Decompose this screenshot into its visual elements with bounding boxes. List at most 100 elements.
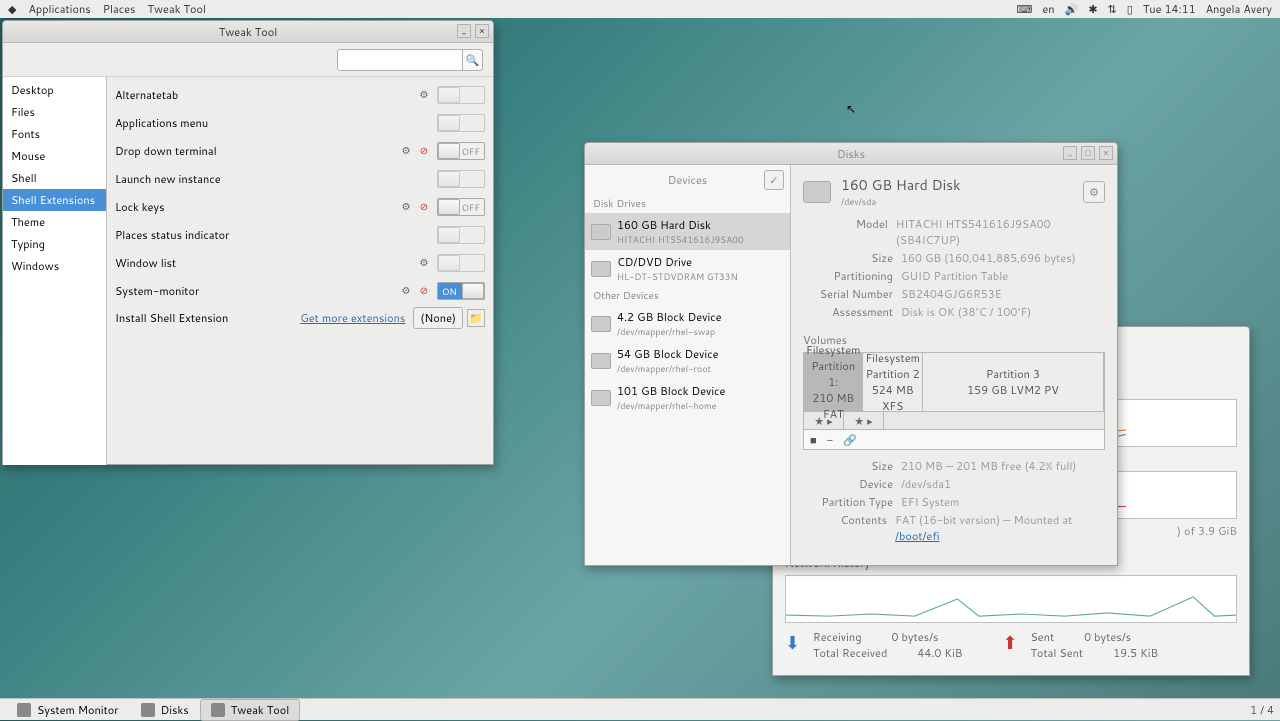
part-size-value: 210 MB — 201 MB free (4.2% full) — [901, 458, 1076, 474]
disks-titlebar[interactable]: Disks _ □ × — [585, 143, 1117, 165]
minus-button[interactable]: − — [827, 432, 833, 448]
bottom-panel: System Monitor Disks Tweak Tool 1 / 4 — [0, 698, 1280, 720]
partition-nav-2[interactable]: ★ ▸ — [844, 412, 884, 429]
extension-name: Places status indicator — [115, 227, 431, 243]
volume-partition[interactable]: FilesystemPartition 2524 MB XFS — [863, 353, 922, 411]
lang-indicator[interactable]: en — [1042, 1, 1054, 17]
network-icon[interactable]: ⇅ — [1108, 1, 1117, 17]
more-extensions-link[interactable]: Get more extensions — [300, 310, 405, 326]
drive-model: HL-DT-STDVDRAM GT33N — [617, 270, 738, 283]
tweak-tool-window[interactable]: Tweak Tool _× 🔍 DesktopFilesFontsMouseSh… — [2, 20, 494, 465]
sidebar-item-desktop[interactable]: Desktop — [3, 79, 106, 101]
part-contents-label: Contents — [803, 512, 887, 544]
prefs-icon[interactable]: ⚙ — [417, 88, 431, 102]
stop-button[interactable]: ■ — [810, 432, 817, 448]
volume-partition[interactable]: Partition 3159 GB LVM2 PV — [923, 353, 1104, 411]
disk-title: 160 GB Hard Disk — [841, 175, 960, 195]
device-path: /dev/mapper/rhel-home — [617, 399, 725, 412]
drive-icon — [591, 261, 611, 277]
part-type-value: EFI System — [901, 494, 959, 510]
model-label: Model — [803, 216, 888, 248]
remove-icon[interactable]: ⊘ — [417, 144, 431, 158]
disks-icon — [141, 703, 155, 717]
volume-icon[interactable]: 🔊 — [1065, 1, 1079, 17]
current-app-menu[interactable]: Tweak Tool — [147, 1, 206, 17]
part-contents-value: FAT (16-bit version) — Mounted at — [895, 512, 1072, 528]
extension-toggle[interactable]: ON — [437, 282, 485, 300]
user-menu[interactable]: Angela Avery — [1206, 1, 1272, 17]
clock[interactable]: Tue 14:11 — [1143, 1, 1196, 17]
bluetooth-icon[interactable]: ✱ — [1088, 1, 1097, 17]
sidebar-item-theme[interactable]: Theme — [3, 211, 106, 233]
download-icon: ⬇ — [785, 629, 805, 649]
sidebar-item-windows[interactable]: Windows — [3, 255, 106, 277]
prefs-icon[interactable]: ⚙ — [399, 200, 413, 214]
close-button[interactable]: × — [475, 24, 489, 38]
file-open-button[interactable]: 📁 — [467, 309, 485, 327]
prefs-icon[interactable]: ⚙ — [399, 144, 413, 158]
block-device-item[interactable]: 54 GB Block Device/dev/mapper/rhel-root — [585, 342, 790, 379]
sidebar-item-mouse[interactable]: Mouse — [3, 145, 106, 167]
receiving-value: 0 bytes/s — [892, 629, 939, 645]
extension-name: Drop down terminal — [115, 143, 399, 159]
drive-item[interactable]: CD/DVD DriveHL-DT-STDVDRAM GT33N — [585, 250, 790, 287]
applications-menu[interactable]: Applications — [28, 1, 90, 17]
places-menu[interactable]: Places — [103, 1, 136, 17]
close-button[interactable]: × — [1099, 146, 1113, 160]
prefs-icon[interactable]: ⚙ — [417, 256, 431, 270]
keyboard-icon[interactable]: ⌨ — [1016, 1, 1032, 17]
block-icon — [591, 353, 611, 369]
sent-label: Sent — [1030, 629, 1054, 645]
minimize-button[interactable]: _ — [1063, 146, 1077, 160]
extension-name: System-monitor — [115, 283, 399, 299]
install-label: Install Shell Extension — [115, 310, 300, 326]
block-device-item[interactable]: 101 GB Block Device/dev/mapper/rhel-home — [585, 379, 790, 416]
harddisk-icon — [803, 181, 831, 203]
minimize-button[interactable]: _ — [457, 24, 471, 38]
sidebar-item-shell[interactable]: Shell — [3, 167, 106, 189]
device-name: 4.2 GB Block Device — [617, 309, 722, 325]
drive-item[interactable]: 160 GB Hard DiskHITACHI HTS541616J9SA00 — [585, 213, 790, 250]
disks-title: Disks — [837, 146, 865, 162]
disk-drives-section: Disk Drives — [585, 195, 790, 213]
size-value: 160 GB (160,041,885,696 bytes) — [901, 250, 1076, 266]
task-disks[interactable]: Disks — [130, 699, 200, 721]
extension-toggle — [437, 254, 485, 272]
extension-toggle — [437, 226, 485, 244]
remove-icon[interactable]: ⊘ — [417, 200, 431, 214]
volume-partition[interactable]: FilesystemPartition 1:210 MB FAT — [804, 353, 863, 411]
search-input[interactable] — [337, 49, 463, 71]
extension-row: Window list ⚙ — [115, 249, 485, 277]
disk-settings-button[interactable]: ⚙ — [1083, 181, 1105, 203]
devices-header: Devices — [668, 172, 707, 188]
sidebar-item-typing[interactable]: Typing — [3, 233, 106, 255]
search-button[interactable]: 🔍 — [463, 49, 483, 71]
part-device-value: /dev/sda1 — [901, 476, 951, 492]
extensions-list: Alternatetab ⚙ Applications menu Drop do… — [107, 77, 493, 465]
sidebar-item-shell-extensions[interactable]: Shell Extensions — [3, 189, 106, 211]
task-system-monitor[interactable]: System Monitor — [6, 699, 130, 721]
part-device-label: Device — [803, 476, 893, 492]
extension-name: Applications menu — [115, 115, 431, 131]
extension-toggle[interactable]: OFF — [437, 142, 485, 160]
tweak-titlebar[interactable]: Tweak Tool _× — [3, 21, 493, 43]
file-none-button[interactable]: (None) — [413, 307, 463, 329]
partition-nav-1[interactable]: ★ ▸ — [804, 412, 844, 429]
block-device-item[interactable]: 4.2 GB Block Device/dev/mapper/rhel-swap — [585, 305, 790, 342]
battery-icon[interactable]: ▯ — [1127, 1, 1133, 17]
maximize-button[interactable]: □ — [1081, 146, 1095, 160]
task-tweak-tool[interactable]: Tweak Tool — [200, 699, 301, 721]
prefs-icon[interactable]: ⚙ — [399, 284, 413, 298]
upload-icon: ⬆ — [1002, 629, 1022, 649]
sidebar-item-files[interactable]: Files — [3, 101, 106, 123]
link-button[interactable]: 🔗 — [843, 432, 857, 448]
serial-value: SB2404GJG6R53E — [901, 286, 1002, 302]
mount-link[interactable]: /boot/efi — [895, 528, 939, 544]
disks-window[interactable]: Disks _ □ × Devices ✓ Disk Drives 160 GB Ha… — [584, 142, 1118, 566]
extension-toggle[interactable]: OFF — [437, 198, 485, 216]
remove-icon[interactable]: ⊘ — [417, 284, 431, 298]
partitioning-value: GUID Partition Table — [901, 268, 1008, 284]
workspace-indicator[interactable]: 1 / 4 — [1250, 702, 1274, 718]
sidebar-item-fonts[interactable]: Fonts — [3, 123, 106, 145]
devices-check-button[interactable]: ✓ — [764, 170, 784, 190]
